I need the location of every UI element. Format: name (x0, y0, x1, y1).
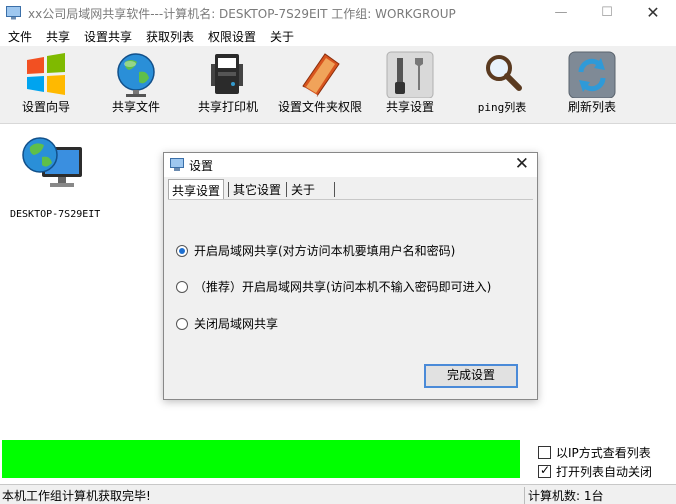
checkbox-label: 以IP方式查看列表 (556, 446, 651, 460)
menu-set-share[interactable]: 设置共享 (84, 28, 132, 45)
toolbar-share-files-button[interactable]: 共享文件 (100, 46, 172, 124)
menu-share[interactable]: 共享 (46, 28, 70, 45)
progress-fill (2, 440, 520, 478)
toolbar-label: 共享打印机 (197, 100, 258, 114)
dialog-app-icon (170, 158, 184, 171)
refresh-icon (568, 51, 616, 98)
option-enable-share-with-password[interactable]: 开启局域网共享(对方访问本机要填用户名和密码) (176, 242, 455, 259)
toolbar: 设置向导 共享文件 共享打印机 设置文件夹权限 共享设置 ping列表 刷新列表 (0, 46, 676, 124)
toolbar-label: 共享设置 (385, 100, 434, 114)
toolbar-label: 刷新列表 (567, 100, 616, 114)
menu-permissions[interactable]: 权限设置 (208, 28, 256, 45)
option-label: 关闭局域网共享 (194, 317, 279, 331)
radio-button[interactable] (176, 281, 188, 293)
dialog-title-bar: 设置 ✕ (164, 153, 537, 177)
finish-settings-button[interactable]: 完成设置 (424, 364, 518, 388)
app-icon (6, 6, 21, 20)
computer-name: DESKTOP-7S29EIT (10, 209, 101, 220)
printer-icon (211, 54, 243, 94)
menu-about[interactable]: 关于 (270, 28, 294, 45)
tab-separator (334, 182, 335, 197)
dialog-title: 设置 (189, 159, 214, 173)
globe-icon (117, 53, 155, 97)
tab-separator (286, 182, 287, 197)
menu-file[interactable]: 文件 (8, 28, 32, 45)
tab-share-settings[interactable]: 共享设置 (168, 179, 225, 199)
tab-separator (228, 182, 229, 197)
radio-button[interactable] (176, 318, 188, 330)
settings-dialog: 设置 ✕ 共享设置 其它设置 关于 开启局域网共享(对方访问本机要填用户名和密码… (163, 152, 538, 400)
toolbar-label: 共享文件 (111, 100, 160, 114)
tab-other-settings[interactable]: 其它设置 (230, 179, 284, 199)
toolbar-share-settings-button[interactable]: 共享设置 (374, 46, 446, 124)
toolbar-label: 设置文件夹权限 (277, 100, 362, 114)
option-disable-share[interactable]: 关闭局域网共享 (176, 315, 278, 332)
auto-close-checkbox[interactable]: 打开列表自动关闭 (538, 463, 652, 480)
view-by-ip-checkbox[interactable]: 以IP方式查看列表 (538, 444, 651, 461)
share-settings-panel: 开启局域网共享(对方访问本机要填用户名和密码) （推荐）开启局域网共享(访问本机… (168, 199, 533, 395)
checkbox-label: 打开列表自动关闭 (556, 465, 653, 479)
computer-count: 计算机数: 1台 (524, 487, 604, 504)
option-label: （推荐）开启局域网共享(访问本机不输入密码即可进入) (194, 280, 492, 294)
tools-icon (386, 51, 434, 98)
status-bar: 本机工作组计算机获取完毕! 计算机数: 1台 (0, 484, 676, 504)
maximize-button[interactable]: ☐ (584, 0, 630, 26)
title-bar: xx公司局域网共享软件---计算机名: DESKTOP-7S29EIT 工作组:… (0, 0, 676, 26)
magnifier-icon (486, 55, 522, 91)
windows-logo-icon (27, 53, 65, 95)
progress-bar (2, 440, 520, 478)
minimize-button[interactable]: — (538, 0, 584, 26)
toolbar-label: 设置向导 (21, 100, 70, 114)
menu-bar: 文件 共享 设置共享 获取列表 权限设置 关于 (0, 26, 676, 46)
tab-about[interactable]: 关于 (288, 179, 318, 199)
option-enable-share-no-password[interactable]: （推荐）开启局域网共享(访问本机不输入密码即可进入) (176, 278, 491, 295)
dialog-close-button[interactable]: ✕ (515, 154, 529, 174)
toolbar-share-printer-button[interactable]: 共享打印机 (190, 46, 266, 124)
checkbox[interactable] (538, 446, 551, 459)
toolbar-label: ping列表 (477, 101, 527, 114)
radio-button[interactable] (176, 245, 188, 257)
menu-get-list[interactable]: 获取列表 (146, 28, 194, 45)
close-button[interactable]: ✕ (630, 0, 676, 26)
toolbar-folder-permissions-button[interactable]: 设置文件夹权限 (274, 46, 366, 124)
option-label: 开启局域网共享(对方访问本机要填用户名和密码) (194, 244, 456, 258)
window-title: xx公司局域网共享软件---计算机名: DESKTOP-7S29EIT 工作组:… (28, 7, 456, 21)
network-computer-icon (22, 137, 82, 187)
dialog-tabs: 共享设置 其它设置 关于 (168, 179, 533, 199)
toolbar-refresh-list-button[interactable]: 刷新列表 (556, 46, 628, 124)
toolbar-ping-list-button[interactable]: ping列表 (466, 46, 538, 124)
checkbox[interactable] (538, 463, 551, 478)
status-message: 本机工作组计算机获取完毕! (2, 489, 151, 503)
toolbar-setup-wizard-button[interactable]: 设置向导 (10, 46, 82, 124)
book-icon (302, 53, 340, 97)
